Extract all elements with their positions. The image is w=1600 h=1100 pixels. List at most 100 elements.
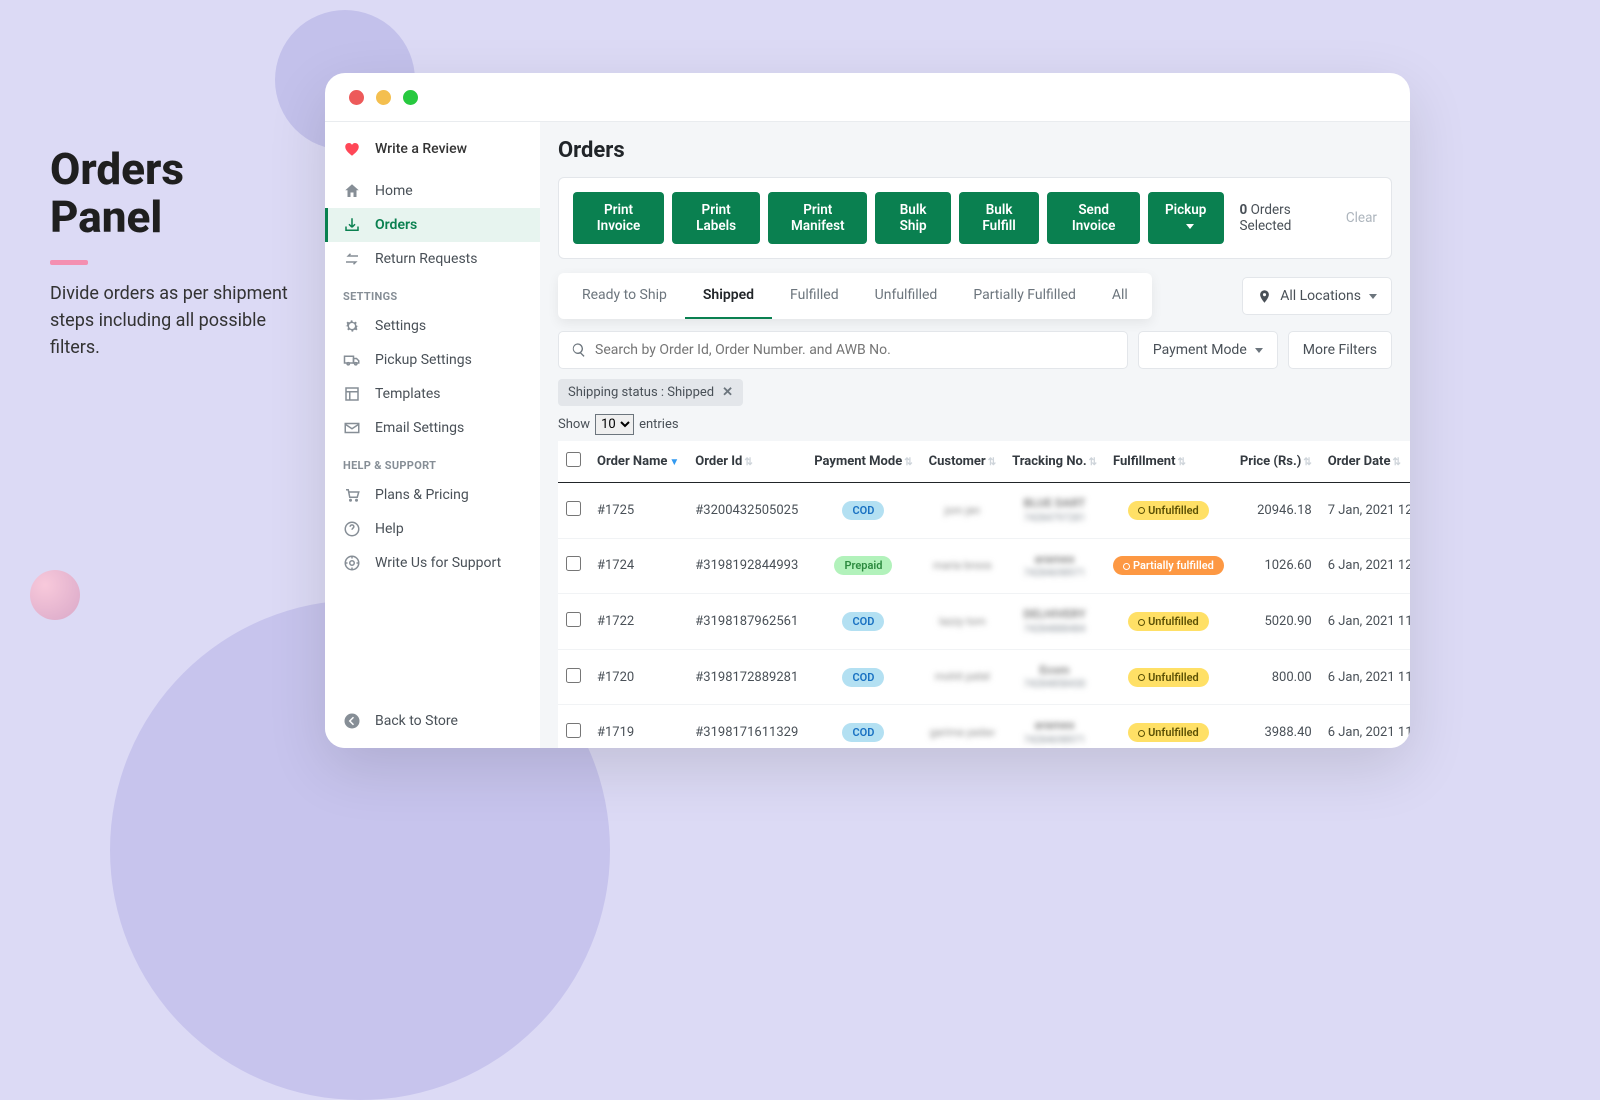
cell-price: 1026.60 [1232,538,1320,594]
sidebar-item-label: Back to Store [375,713,458,729]
fulfillment-badge: Unfulfilled [1128,668,1209,687]
row-checkbox[interactable] [566,668,581,683]
table-row: #1724#3198192844993Prepaidmaria broosara… [558,538,1410,594]
remove-filter-icon[interactable]: ✕ [722,385,733,400]
search-icon [571,342,587,358]
sidebar-item-email-settings[interactable]: Email Settings [325,411,540,445]
select-all-checkbox[interactable] [566,452,581,467]
cell-price: 3988.40 [1232,705,1320,748]
cell-order-name: #1722 [589,594,687,650]
cell-order-id: #3198172889281 [687,649,806,705]
cell-order-name: #1724 [589,538,687,594]
send-invoice-button[interactable]: Send Invoice [1047,192,1139,244]
fulfillment-badge: Unfulfilled [1128,723,1209,742]
orders-table: Order Name▼ Order Id⇅ Payment Mode⇅ Cust… [558,441,1410,748]
cell-date: 6 Jan, 2021 11:45:08 [1320,649,1410,705]
tab-ready-to-ship[interactable]: Ready to Ship [564,273,685,319]
clear-selection-link[interactable]: Clear [1346,210,1377,226]
cell-date: 7 Jan, 2021 12:28:44 [1320,483,1410,539]
sidebar-write-review[interactable]: Write a Review [325,132,540,166]
truck-icon [343,351,361,369]
tab-all[interactable]: All [1094,273,1146,319]
col-tracking[interactable]: Tracking No.⇅ [1004,441,1105,483]
cell-customer: mohit patel [935,670,990,683]
pickup-dropdown-button[interactable]: Pickup [1148,192,1224,244]
sidebar-item-label: Pickup Settings [375,352,472,368]
search-input[interactable] [587,332,1115,368]
minimize-window-icon[interactable] [376,90,391,105]
support-icon [343,554,361,572]
cell-date: 6 Jan, 2021 12:01:52 [1320,538,1410,594]
status-tabs: Ready to Ship Shipped Fulfilled Unfulfil… [558,273,1152,319]
show-entries: Show 10 entries [558,414,1392,435]
payment-mode-dropdown[interactable]: Payment Mode [1138,331,1278,369]
search-box [558,331,1128,369]
page-title: Orders [558,138,1392,163]
location-icon [1257,289,1272,304]
return-icon [343,250,361,268]
cell-price: 20946.18 [1232,483,1320,539]
tabs-row: Ready to Ship Shipped Fulfilled Unfulfil… [558,273,1392,319]
gear-icon [343,317,361,335]
col-date[interactable]: Order Date⇅ [1320,441,1410,483]
col-price[interactable]: Price (Rs.)⇅ [1232,441,1320,483]
row-checkbox[interactable] [566,556,581,571]
app-window: Write a Review Home Orders Return Reques… [325,73,1410,748]
row-checkbox[interactable] [566,501,581,516]
cell-customer: lazzy tom [939,615,986,628]
search-row: Payment Mode More Filters [558,331,1392,369]
cell-date: 6 Jan, 2021 11:57:27 [1320,594,1410,650]
col-order-id[interactable]: Order Id⇅ [687,441,806,483]
sidebar-item-orders[interactable]: Orders [325,208,540,242]
payment-badge: COD [842,501,884,520]
print-labels-button[interactable]: Print Labels [672,192,760,244]
cell-order-name: #1720 [589,649,687,705]
chevron-down-icon [1255,348,1263,353]
sidebar-item-label: Plans & Pricing [375,487,469,503]
bulk-ship-button[interactable]: Bulk Ship [875,192,950,244]
close-window-icon[interactable] [349,90,364,105]
title-underline [50,260,88,265]
sidebar-item-home[interactable]: Home [325,174,540,208]
sidebar-section-help: HELP & SUPPORT [325,445,540,478]
sidebar-section-settings: SETTINGS [325,276,540,309]
sidebar: Write a Review Home Orders Return Reques… [325,122,540,748]
col-customer[interactable]: Customer⇅ [921,441,1004,483]
tab-fulfilled[interactable]: Fulfilled [772,273,857,319]
maximize-window-icon[interactable] [403,90,418,105]
more-filters-button[interactable]: More Filters [1288,331,1392,369]
sidebar-item-back[interactable]: Back to Store [325,704,540,738]
tab-shipped[interactable]: Shipped [685,273,772,319]
tab-unfulfilled[interactable]: Unfulfilled [857,273,956,319]
sidebar-item-settings[interactable]: Settings [325,309,540,343]
row-checkbox[interactable] [566,723,581,738]
cell-customer: maria broos [933,559,992,572]
cell-order-id: #3198192844993 [687,538,806,594]
table-row: #1720#3198172889281CODmohit patelEcom742… [558,649,1410,705]
sidebar-item-plans[interactable]: Plans & Pricing [325,478,540,512]
payment-badge: COD [842,668,884,687]
sidebar-item-templates[interactable]: Templates [325,377,540,411]
cell-customer: garima yadav [930,726,995,739]
print-invoice-button[interactable]: Print Invoice [573,192,664,244]
entries-select[interactable]: 10 [595,414,634,435]
print-manifest-button[interactable]: Print Manifest [768,192,867,244]
col-payment-mode[interactable]: Payment Mode⇅ [806,441,920,483]
location-dropdown[interactable]: All Locations [1242,277,1392,315]
sidebar-item-label: Home [375,183,413,199]
row-checkbox[interactable] [566,612,581,627]
sidebar-item-help[interactable]: Help [325,512,540,546]
fulfillment-badge: Unfulfilled [1128,612,1209,631]
sidebar-item-label: Help [375,521,404,537]
sidebar-item-support[interactable]: Write Us for Support [325,546,540,580]
bg-decoration [30,570,80,620]
bulk-fulfill-button[interactable]: Bulk Fulfill [959,192,1040,244]
templates-icon [343,385,361,403]
cell-order-id: #3198171611329 [687,705,806,748]
col-order-name[interactable]: Order Name▼ [589,441,687,483]
sidebar-item-pickup-settings[interactable]: Pickup Settings [325,343,540,377]
col-fulfillment[interactable]: Fulfillment⇅ [1105,441,1232,483]
sidebar-item-returns[interactable]: Return Requests [325,242,540,276]
tab-partially-fulfilled[interactable]: Partially Fulfilled [955,273,1094,319]
sidebar-item-label: Return Requests [375,251,477,267]
